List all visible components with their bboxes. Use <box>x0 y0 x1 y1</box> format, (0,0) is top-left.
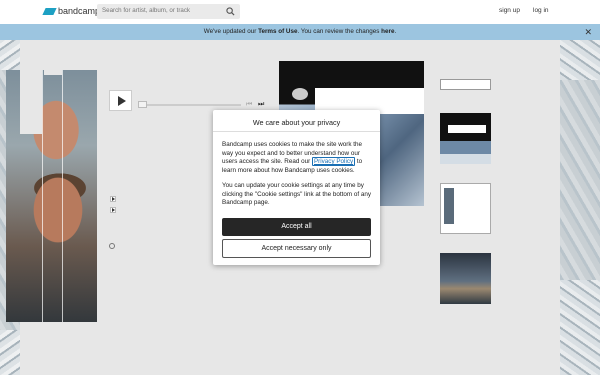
album-art-detail <box>292 88 308 100</box>
notice-suffix: . <box>394 28 397 35</box>
bandcamp-logo[interactable]: bandcamp <box>42 5 101 17</box>
dialog-paragraph: Bandcamp uses cookies to make the site w… <box>222 141 372 175</box>
log-in-link[interactable]: log in <box>533 7 549 14</box>
accept-all-button[interactable]: Accept all <box>222 218 371 236</box>
progress-handle[interactable] <box>138 101 147 108</box>
photo-crease <box>42 70 43 322</box>
background-tile <box>0 40 20 70</box>
background-tile <box>560 280 600 375</box>
related-album-thumbnail[interactable] <box>440 253 491 304</box>
track-play-icon[interactable] <box>110 196 116 202</box>
thumbnail-detail <box>448 125 486 133</box>
dialog-paragraph: You can update your cookie settings at a… <box>222 182 372 207</box>
play-button[interactable] <box>109 90 132 111</box>
dialog-title: We care about your privacy <box>252 118 341 127</box>
next-track-icon[interactable]: ⏭ <box>258 101 264 109</box>
notice-text: We've updated our Terms of Use. You can … <box>0 28 600 35</box>
photo-overlay <box>20 70 42 134</box>
background-tile <box>0 330 20 375</box>
progress-track[interactable] <box>138 104 241 106</box>
search-icon[interactable] <box>226 7 235 16</box>
logo-text: bandcamp <box>58 6 101 16</box>
close-icon[interactable]: ✕ <box>584 27 592 37</box>
top-header: bandcamp Search for artist, album, or tr… <box>0 0 600 24</box>
here-link[interactable]: here <box>381 28 394 35</box>
background-tile <box>560 40 600 80</box>
bandcamp-logo-mark <box>42 7 57 15</box>
privacy-policy-link[interactable]: Privacy Policy <box>311 157 356 167</box>
photo-overlay <box>44 70 62 75</box>
circle-icon[interactable] <box>109 243 115 249</box>
dialog-divider <box>213 131 380 132</box>
search-placeholder: Search for artist, album, or track <box>102 7 191 14</box>
notice-prefix: We've updated our <box>203 28 259 35</box>
photo-crease <box>62 70 63 322</box>
cookie-consent-dialog: We care about your privacy Bandcamp uses… <box>213 110 380 265</box>
track-play-icon[interactable] <box>110 207 116 213</box>
related-album-thumbnail[interactable] <box>440 113 491 164</box>
search-input[interactable]: Search for artist, album, or track <box>97 4 240 19</box>
terms-notice-bar: We've updated our Terms of Use. You can … <box>0 24 600 40</box>
previous-track-icon[interactable]: ⏮ <box>246 101 252 109</box>
accept-necessary-button[interactable]: Accept necessary only <box>222 239 371 258</box>
terms-of-use-link[interactable]: Terms of Use <box>258 28 297 35</box>
sign-up-link[interactable]: sign up <box>499 7 520 14</box>
notice-middle: . You can review the changes <box>297 28 382 35</box>
thumbnail-detail <box>444 188 454 224</box>
side-field[interactable] <box>440 79 491 90</box>
